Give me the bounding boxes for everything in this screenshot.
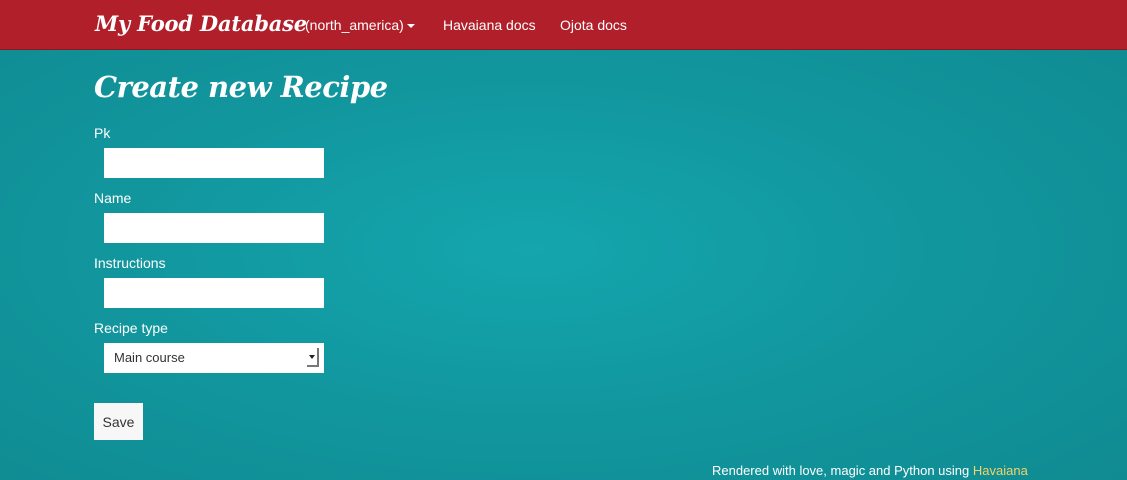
pk-input[interactable] [104, 148, 324, 178]
top-navbar: My Food Database (north_america) Havaian… [0, 0, 1127, 50]
recipe-type-select[interactable]: Main course [104, 343, 324, 373]
region-dropdown[interactable]: (north_america) [305, 17, 415, 33]
brand-logo[interactable]: My Food Database [95, 11, 307, 36]
caret-down-icon [406, 24, 415, 29]
name-input[interactable] [104, 213, 324, 243]
select-arrow-icon [307, 348, 319, 367]
region-dropdown-label: (north_america) [305, 17, 404, 33]
instructions-label: Instructions [94, 255, 166, 271]
footer-havaiana-link[interactable]: Havaiana [973, 463, 1028, 478]
instructions-input[interactable] [104, 278, 324, 308]
page-title: Create new Recipe [94, 70, 388, 104]
recipe-type-label: Recipe type [94, 320, 168, 336]
footer-text: Rendered with love, magic and Python usi… [712, 463, 973, 478]
pk-label: Pk [94, 125, 111, 141]
nav-link-havaiana-docs[interactable]: Havaiana docs [443, 17, 536, 33]
save-button[interactable]: Save [94, 403, 143, 440]
recipe-type-selected-value: Main course [114, 350, 185, 365]
name-label: Name [94, 190, 132, 206]
nav-link-ojota-docs[interactable]: Ojota docs [560, 17, 627, 33]
footer: Rendered with love, magic and Python usi… [712, 463, 1028, 478]
